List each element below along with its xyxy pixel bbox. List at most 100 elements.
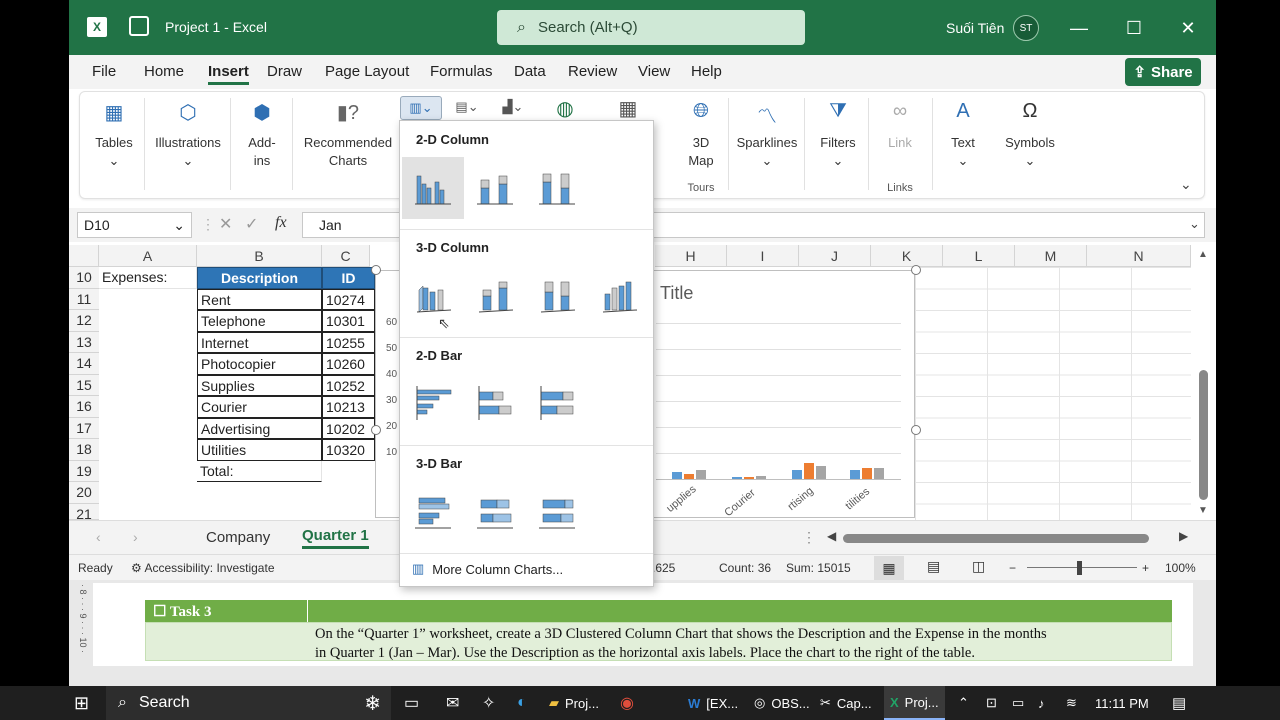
100-stacked-bar-option[interactable] xyxy=(526,373,588,435)
row-header[interactable]: 14 xyxy=(69,353,99,375)
chevron-down-icon[interactable]: ⌄ xyxy=(1189,216,1200,232)
chrome-icon[interactable]: ◉ xyxy=(620,686,634,720)
column-header[interactable]: J xyxy=(799,245,871,267)
row-header[interactable]: 18 xyxy=(69,439,99,461)
row-header[interactable]: 13 xyxy=(69,331,99,353)
tab-home[interactable]: Home xyxy=(144,63,184,80)
tab-draw[interactable]: Draw xyxy=(267,63,302,80)
copilot-icon[interactable]: ✧ xyxy=(482,686,495,720)
bar[interactable] xyxy=(804,463,814,479)
addins-button[interactable]: ⬢ Add-ins xyxy=(236,92,288,198)
link-button[interactable]: ∞ Link Links xyxy=(874,92,926,198)
total-label[interactable]: Total: xyxy=(197,460,322,482)
page-layout-view-icon[interactable]: ▤ xyxy=(927,558,940,575)
illustrations-button[interactable]: ⬡ Illustrations ⌄ xyxy=(150,92,226,198)
taskbar-app-capcut[interactable]: ✂ Cap... xyxy=(820,686,872,720)
table-cell-id[interactable]: 10260 xyxy=(322,353,375,375)
tables-button[interactable]: ▦ Tables ⌄ xyxy=(88,92,140,198)
taskbar-app-obs[interactable]: ◎ OBS... xyxy=(754,686,810,720)
avatar[interactable]: ST xyxy=(1013,15,1039,41)
accessibility-status[interactable]: ⚙︎ Accessibility: Investigate xyxy=(131,561,275,575)
taskbar-search[interactable]: ⌕ Search ❄︎ xyxy=(106,686,391,720)
table-cell-id[interactable]: 10255 xyxy=(322,331,375,353)
text-button[interactable]: A Text ⌄ xyxy=(938,92,988,198)
ribbon-collapse-icon[interactable]: ⌄ xyxy=(1180,176,1192,193)
hierarchy-chart-button[interactable]: ▤⌄ xyxy=(448,96,486,120)
row-header[interactable]: 12 xyxy=(69,310,99,332)
cancel-icon[interactable]: ✕ xyxy=(219,214,232,234)
table-cell-description[interactable]: Internet xyxy=(197,331,322,353)
column-header[interactable]: K xyxy=(871,245,943,267)
taskbar-app-word[interactable]: W [EX... xyxy=(688,686,738,720)
windows-start-icon[interactable]: ⊞ xyxy=(74,686,89,720)
scroll-up-icon[interactable]: ▲ xyxy=(1198,249,1208,260)
column-header[interactable]: M xyxy=(1015,245,1087,267)
bar[interactable] xyxy=(672,472,682,479)
vertical-scrollbar[interactable] xyxy=(1199,370,1208,500)
share-button[interactable]: ⇪ Share xyxy=(1125,58,1201,86)
bar[interactable] xyxy=(862,468,872,479)
100-stacked-column-option[interactable] xyxy=(526,157,588,219)
maximize-icon[interactable]: ☐ xyxy=(1120,14,1148,42)
table-cell-description[interactable]: Photocopier xyxy=(197,353,322,375)
volume-icon[interactable]: ♪ xyxy=(1038,686,1045,720)
bar[interactable] xyxy=(850,470,860,479)
zoom-slider-thumb[interactable] xyxy=(1077,561,1082,575)
zoom-level[interactable]: 100% xyxy=(1165,561,1196,575)
table-cell-id[interactable]: 10252 xyxy=(322,374,375,396)
table-cell-description[interactable]: Telephone xyxy=(197,310,322,332)
scroll-down-icon[interactable]: ▼ xyxy=(1198,505,1208,516)
row-header[interactable]: 21 xyxy=(69,503,99,522)
prev-sheet-icon[interactable]: ‹ xyxy=(96,529,101,545)
row-header[interactable]: 11 xyxy=(69,288,99,310)
minimize-icon[interactable]: — xyxy=(1065,14,1093,42)
save-icon[interactable] xyxy=(129,16,149,36)
symbols-button[interactable]: Ω Symbols ⌄ xyxy=(1000,92,1060,198)
row-header[interactable]: 19 xyxy=(69,460,99,482)
row-header[interactable]: 16 xyxy=(69,396,99,418)
bar[interactable] xyxy=(756,476,766,479)
table-cell-description[interactable]: Supplies xyxy=(197,374,322,396)
column-header[interactable]: I xyxy=(727,245,799,267)
more-column-charts-link[interactable]: ▥ More Column Charts... xyxy=(412,561,563,577)
normal-view-icon[interactable]: ▦ xyxy=(874,556,904,580)
3d-clustered-bar-option[interactable] xyxy=(402,481,464,543)
fx-icon[interactable]: fx xyxy=(275,214,287,232)
stacked-column-option[interactable] xyxy=(464,157,526,219)
clustered-bar-option[interactable] xyxy=(402,373,464,435)
taskbar-app-explorer[interactable]: ▰ Proj... xyxy=(549,686,599,720)
tab-help[interactable]: Help xyxy=(691,63,722,80)
enter-icon[interactable]: ✓ xyxy=(245,214,258,234)
more-icon[interactable]: ⋮ xyxy=(802,529,816,546)
3d-100-stacked-column-option[interactable] xyxy=(526,265,588,327)
column-chart-button[interactable]: ▥⌄ xyxy=(400,96,442,120)
search-box[interactable]: ⌕ Search (Alt+Q) xyxy=(497,10,805,45)
tab-view[interactable]: View xyxy=(638,63,670,80)
row-header[interactable]: 17 xyxy=(69,417,99,439)
taskbar-app-excel[interactable]: X Proj... xyxy=(884,686,945,720)
row-header[interactable]: 20 xyxy=(69,482,99,504)
filters-button[interactable]: ⧩ Filters ⌄ xyxy=(810,92,866,198)
3d-clustered-column-option[interactable] xyxy=(402,265,464,327)
bar[interactable] xyxy=(792,470,802,479)
3d-stacked-bar-option[interactable] xyxy=(464,481,526,543)
table-cell-description[interactable]: Rent xyxy=(197,288,322,310)
resize-handle[interactable] xyxy=(911,265,921,275)
resize-handle[interactable] xyxy=(371,425,381,435)
tab-insert[interactable]: Insert xyxy=(208,63,249,85)
tab-data[interactable]: Data xyxy=(514,63,546,80)
stacked-bar-option[interactable] xyxy=(464,373,526,435)
resize-handle[interactable] xyxy=(911,425,921,435)
column-header[interactable]: C xyxy=(322,245,370,267)
3d-100-stacked-bar-option[interactable] xyxy=(526,481,588,543)
battery-icon[interactable]: ▭ xyxy=(1012,686,1024,720)
3d-stacked-column-option[interactable] xyxy=(464,265,526,327)
tab-review[interactable]: Review xyxy=(568,63,617,80)
bar[interactable] xyxy=(874,468,884,479)
zoom-out-icon[interactable]: − xyxy=(1009,561,1016,575)
scroll-left-icon[interactable]: ◀ xyxy=(827,529,836,543)
select-all[interactable] xyxy=(69,245,99,267)
column-header[interactable]: B xyxy=(197,245,322,267)
id-header[interactable]: ID xyxy=(322,267,375,289)
3d-map-button[interactable]: 🌐︎ 3D Map Tours xyxy=(678,92,724,198)
